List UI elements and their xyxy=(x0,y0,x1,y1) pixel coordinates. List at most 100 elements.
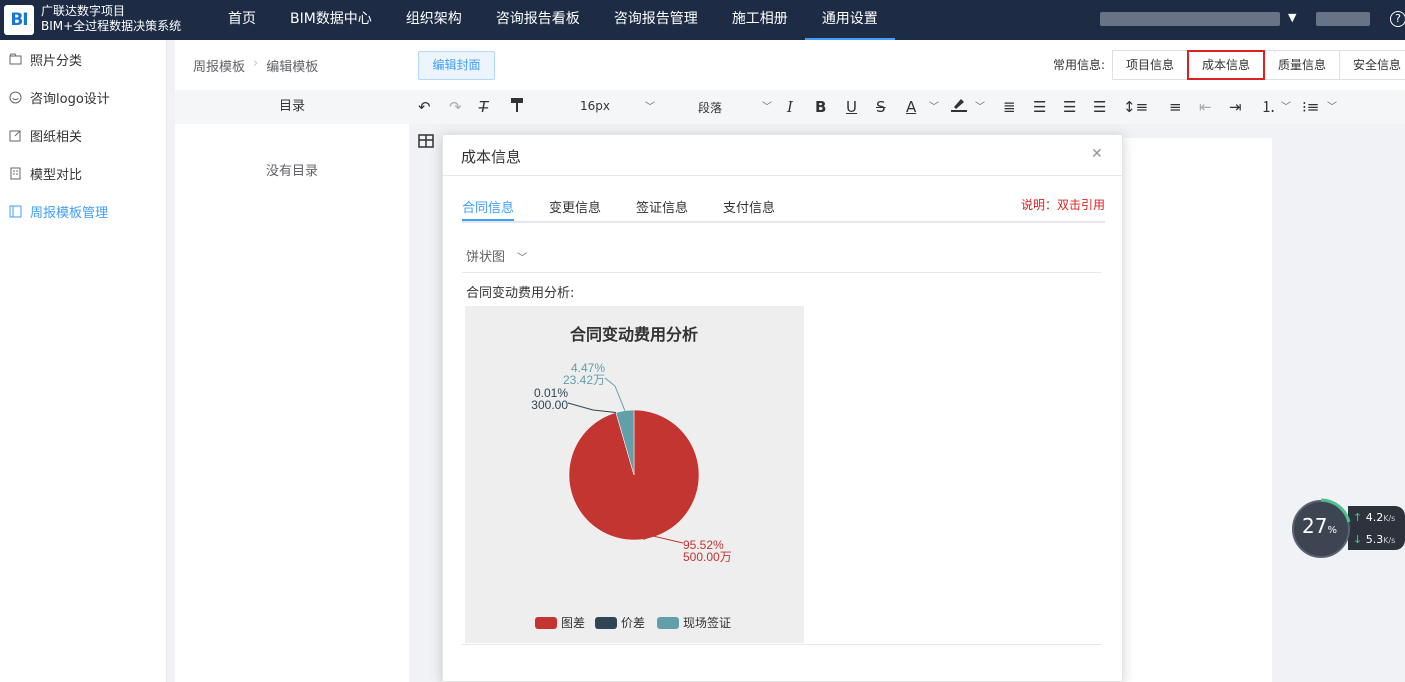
sidebar-item-model-compare[interactable]: 模型对比 xyxy=(0,154,166,192)
dialog-note: 说明：双击引用 xyxy=(1021,198,1106,212)
pie-chart[interactable]: 合同变动费用分析 95.52% 500.00万 0.01% 300.00 4.47% 23… xyxy=(465,306,804,643)
indent-icon[interactable]: ⇥ xyxy=(1229,97,1242,117)
download-speed: ↓ 5.3K/s xyxy=(1353,533,1395,546)
paragraph-chevron-icon[interactable]: ﹀ xyxy=(762,98,772,113)
common-info-label: 常用信息: xyxy=(1053,58,1106,72)
line-height-icon[interactable]: ↕≡ xyxy=(1123,97,1148,117)
list-indent-icon[interactable]: ≡ xyxy=(1169,97,1182,117)
paragraph-select[interactable]: 段落 xyxy=(698,99,722,116)
tab-change-info[interactable]: 变更信息 xyxy=(549,197,601,221)
template-icon xyxy=(8,204,22,218)
sidebar-item-logo-design[interactable]: 咨询logo设计 xyxy=(0,78,166,116)
nav-construction-album[interactable]: 施工相册 xyxy=(715,0,805,40)
legend-item-0[interactable]: 图差 xyxy=(535,616,585,630)
nav-report-management[interactable]: 咨询报告管理 xyxy=(597,0,715,40)
bullet-list-chevron-icon[interactable]: ﹀ xyxy=(1327,98,1337,113)
safety-info-button[interactable]: 安全信息 xyxy=(1339,50,1405,80)
chart-type-select[interactable]: 饼状图 ﹀ xyxy=(466,246,527,265)
tab-contract-info[interactable]: 合同信息 xyxy=(462,197,515,221)
dialog-tabs: 合同信息 变更信息 签证信息 支付信息 xyxy=(462,197,775,221)
upload-speed: ↑ 4.2K/s xyxy=(1353,511,1395,524)
ordered-list-icon[interactable]: ⒈ xyxy=(1261,97,1276,117)
project-info-button[interactable]: 项目信息 xyxy=(1112,50,1189,80)
main-nav: 首页 BIM数据中心 组织架构 咨询报告看板 咨询报告管理 施工相册 通用设置 xyxy=(211,0,895,40)
sidebar-item-photo-category[interactable]: 照片分类 xyxy=(0,40,166,78)
user-dropdown-icon[interactable]: ▼ xyxy=(1288,11,1296,24)
clear-format-icon[interactable]: T̶ xyxy=(479,97,488,117)
nav-home[interactable]: 首页 xyxy=(211,0,273,40)
user-info-blurred[interactable] xyxy=(1100,12,1280,26)
help-icon[interactable]: ? xyxy=(1390,11,1405,27)
tab-payment-info[interactable]: 支付信息 xyxy=(723,197,775,221)
close-icon[interactable]: ✕ xyxy=(1091,146,1103,162)
sidebar-item-drawings[interactable]: 图纸相关 xyxy=(0,116,166,154)
font-size-select[interactable]: 16px xyxy=(580,99,610,113)
legend-item-2[interactable]: 现场签证 xyxy=(657,615,731,630)
pie-label-line-0 xyxy=(642,535,684,544)
table-icon[interactable] xyxy=(418,134,434,152)
chart-caption: 合同变动费用分析: xyxy=(466,286,575,301)
nav-organization[interactable]: 组织架构 xyxy=(389,0,479,40)
chart-type-value: 饼状图 xyxy=(466,250,506,265)
outdent-icon[interactable]: ⇤ xyxy=(1199,97,1212,117)
align-right-icon[interactable]: ☰ xyxy=(1093,97,1106,117)
cost-info-button[interactable]: 成本信息 xyxy=(1187,50,1266,80)
highlight-color-icon[interactable] xyxy=(950,97,968,117)
brand-line1: 广联达数字项目 xyxy=(41,4,126,18)
justify-icon[interactable]: ≣ xyxy=(1003,97,1016,117)
legend-item-1[interactable]: 价差 xyxy=(595,616,645,630)
toc-header: 目录 xyxy=(175,90,409,124)
folder-icon xyxy=(8,52,22,66)
edit-cover-button[interactable]: 编辑封面 xyxy=(418,51,495,80)
nav-bim-data-center[interactable]: BIM数据中心 xyxy=(273,0,389,40)
align-center-icon[interactable]: ☰ xyxy=(1063,97,1076,117)
legend-label-2: 现场签证 xyxy=(683,615,731,630)
font-color-icon[interactable]: A xyxy=(906,97,916,117)
font-size-chevron-icon[interactable]: ﹀ xyxy=(645,98,655,113)
legend-swatch-1 xyxy=(595,617,617,629)
undo-icon[interactable]: ↶ xyxy=(418,97,431,117)
dialog-bottom-divider xyxy=(462,644,1101,645)
sidebar-item-label: 咨询logo设计 xyxy=(30,91,110,107)
cpu-usage-percent: 27% xyxy=(1302,514,1337,538)
dialog-header-divider xyxy=(443,175,1124,176)
select-divider xyxy=(462,272,1101,273)
download-value: 5.3 xyxy=(1365,533,1384,546)
cpu-percent-value: 27 xyxy=(1302,514,1328,538)
breadcrumb: 周报模板 › 编辑模板 xyxy=(193,56,318,75)
legend-swatch-0 xyxy=(535,617,557,629)
cost-info-dialog: 成本信息 ✕ 合同信息 变更信息 签证信息 支付信息 说明：双击引用 饼状图 ﹀… xyxy=(442,134,1124,682)
nav-report-dashboard[interactable]: 咨询报告看板 xyxy=(479,0,597,40)
editor-toolbar: ↶ ↷ T̶ 16px ﹀ 段落 ﹀ I B U S A ﹀ ﹀ ≣ ☰ ☰ ☰… xyxy=(409,90,1405,124)
bold-icon[interactable]: B xyxy=(815,97,826,117)
brand-line2: BIM+全过程数据决策系统 xyxy=(41,19,182,33)
download-unit: K/s xyxy=(1383,536,1396,545)
dialog-title: 成本信息 xyxy=(461,148,522,166)
sidebar-item-weekly-template[interactable]: 周报模板管理 xyxy=(0,192,166,230)
strikethrough-icon[interactable]: S xyxy=(876,97,886,117)
download-arrow-icon: ↓ xyxy=(1353,533,1363,546)
common-info-tabs: 项目信息 成本信息 质量信息 安全信息 xyxy=(1112,50,1405,80)
align-left-icon[interactable]: ☰ xyxy=(1033,97,1046,117)
editor-page[interactable] xyxy=(1122,138,1272,682)
upload-unit: K/s xyxy=(1383,514,1396,523)
building-icon xyxy=(8,166,22,180)
pie-label-value-2: 23.42万 xyxy=(563,373,605,387)
user-name-blurred[interactable] xyxy=(1316,12,1370,26)
quality-info-button[interactable]: 质量信息 xyxy=(1264,50,1341,80)
font-color-chevron-icon[interactable]: ﹀ xyxy=(929,98,939,113)
breadcrumb-item[interactable]: 周报模板 xyxy=(193,56,245,75)
nav-general-settings[interactable]: 通用设置 xyxy=(804,0,895,40)
tab-visa-info[interactable]: 签证信息 xyxy=(636,197,688,221)
redo-icon[interactable]: ↷ xyxy=(449,97,462,117)
bullet-list-icon[interactable]: ⁝≡ xyxy=(1302,97,1319,117)
breadcrumb-item-current: 编辑模板 xyxy=(266,60,319,75)
brand-title: 广联达数字项目 BIM+全过程数据决策系统 xyxy=(41,4,181,34)
ordered-list-chevron-icon[interactable]: ﹀ xyxy=(1281,98,1291,113)
format-painter-icon[interactable] xyxy=(509,97,525,117)
underline-icon[interactable]: U xyxy=(846,97,857,117)
highlight-chevron-icon[interactable]: ﹀ xyxy=(975,98,985,113)
app-logo[interactable]: BI xyxy=(4,5,34,35)
legend-swatch-2 xyxy=(657,617,679,629)
italic-icon[interactable]: I xyxy=(787,97,793,117)
